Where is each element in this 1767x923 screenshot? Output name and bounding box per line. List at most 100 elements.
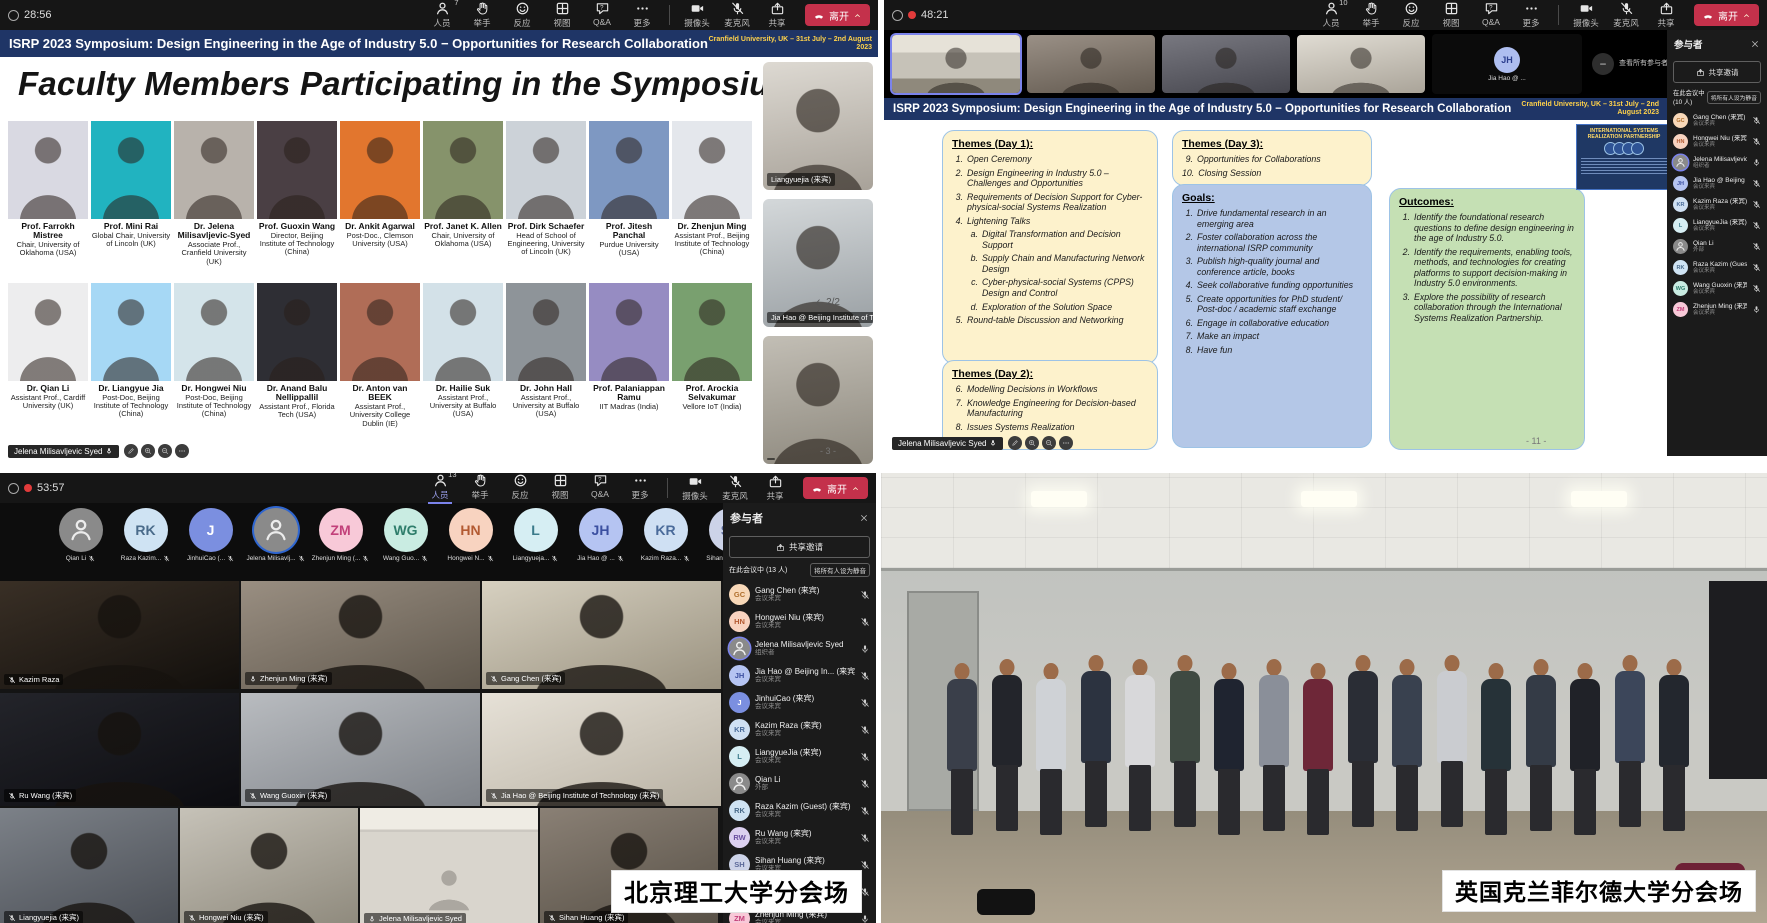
participant-avatar-item[interactable]: JH Jia Hao @ ... bbox=[575, 508, 627, 562]
participant-row[interactable]: J JinhuiCao (来宾) 会议来宾 bbox=[723, 689, 876, 716]
mic-status-icon[interactable] bbox=[1752, 305, 1761, 314]
toolbar-button[interactable]: 视图 bbox=[540, 473, 580, 504]
video-thumbnail[interactable] bbox=[763, 336, 873, 464]
leave-button[interactable]: 离开 bbox=[803, 477, 868, 499]
participant-avatar-item[interactable]: Jelena Milisavlj... bbox=[250, 508, 302, 562]
video-tile[interactable]: Liangyuejia (来宾) bbox=[0, 808, 178, 923]
participant-avatar-item[interactable]: L Liangyueja... bbox=[510, 508, 562, 562]
video-tile[interactable]: Ru Wang (来宾) bbox=[0, 693, 239, 806]
video-tile[interactable]: Gang Chen (来宾) bbox=[482, 576, 721, 689]
toolbar-button[interactable]: 摄像头 bbox=[1566, 1, 1606, 29]
participants-panel[interactable]: 参与者 共享邀请 在此会议中 (10 人) 将所有人设为静音 GC Gang C… bbox=[1667, 30, 1767, 456]
participant-row[interactable]: L LiangyueJia (来宾) 会议来宾 bbox=[1667, 215, 1767, 236]
toolbar-button[interactable]: 举手 bbox=[1351, 1, 1391, 29]
toolbar-button[interactable]: 共享 bbox=[1646, 1, 1686, 29]
participant-row[interactable]: HN Hongwei Niu (来宾) 会议来宾 bbox=[1667, 131, 1767, 152]
toolbar-button[interactable]: 摄像头 bbox=[675, 474, 715, 502]
toolbar-button[interactable]: Q&A bbox=[580, 473, 620, 504]
participant-row[interactable]: Jelena Milisavljevic Syed 组织者 bbox=[1667, 152, 1767, 173]
mic-status-icon[interactable] bbox=[860, 833, 870, 843]
toolbar-button[interactable]: 摄像头 bbox=[677, 1, 717, 29]
toolbar-button[interactable]: 视图 bbox=[542, 1, 582, 29]
pen-tool-button[interactable] bbox=[124, 444, 138, 458]
toolbar-button[interactable]: 更多 bbox=[1511, 1, 1551, 29]
zoom-in-button[interactable] bbox=[141, 444, 155, 458]
mic-status-icon[interactable] bbox=[860, 914, 870, 923]
toolbar-button[interactable]: 视图 bbox=[1431, 1, 1471, 29]
video-tile[interactable]: Zhenjun Ming (来宾) bbox=[241, 576, 480, 689]
toolbar-button[interactable]: 更多 bbox=[620, 473, 660, 504]
participant-row[interactable]: RK Raza Kazim (Guest) (来宾) 会议来宾 bbox=[1667, 257, 1767, 278]
mic-status-icon[interactable] bbox=[860, 779, 870, 789]
participant-avatar-item[interactable]: HN Hongwei N... bbox=[445, 508, 497, 562]
mic-status-icon[interactable] bbox=[860, 671, 870, 681]
video-thumbnail[interactable] bbox=[1162, 35, 1290, 93]
zoom-out-button[interactable] bbox=[1042, 436, 1056, 450]
participant-avatar-item[interactable]: ZM Zhenjun Ming (... bbox=[315, 508, 367, 562]
participant-row[interactable]: Qian Li 外部 bbox=[1667, 236, 1767, 257]
mic-status-icon[interactable] bbox=[1752, 137, 1761, 146]
toolbar-button[interactable]: Q&A bbox=[582, 1, 622, 29]
toolbar-button[interactable]: 麦克风 bbox=[715, 474, 755, 502]
mic-status-icon[interactable] bbox=[860, 887, 870, 897]
participant-row[interactable]: ZM Zhenjun Ming (来宾) 会议来宾 bbox=[1667, 299, 1767, 320]
mic-status-icon[interactable] bbox=[1752, 242, 1761, 251]
participant-row[interactable]: Qian Li 外部 bbox=[723, 770, 876, 797]
toolbar-button[interactable]: 7 人员 bbox=[422, 1, 462, 29]
share-invite-button[interactable]: 共享邀请 bbox=[1673, 61, 1761, 83]
thumbnail-pager[interactable]: 2/2 bbox=[813, 297, 840, 308]
zoom-out-button[interactable] bbox=[158, 444, 172, 458]
video-tile[interactable]: Hongwei Niu (来宾) bbox=[180, 808, 358, 923]
toolbar-button[interactable]: 反应 bbox=[502, 1, 542, 29]
mic-status-icon[interactable] bbox=[860, 806, 870, 816]
close-icon[interactable] bbox=[859, 513, 869, 523]
participant-row[interactable]: WG Wang Guoxin (来宾) 会议来宾 bbox=[1667, 278, 1767, 299]
participant-row[interactable]: KR Kazim Raza (来宾) 会议来宾 bbox=[1667, 194, 1767, 215]
video-thumbnail[interactable] bbox=[1027, 35, 1155, 93]
mic-status-icon[interactable] bbox=[860, 725, 870, 735]
video-thumbnail[interactable] bbox=[892, 35, 1020, 93]
leave-button[interactable]: 离开 bbox=[1694, 4, 1759, 26]
mute-all-button[interactable]: 将所有人设为静音 bbox=[1707, 91, 1761, 104]
participant-row[interactable]: RW Ru Wang (来宾) 会议来宾 bbox=[723, 824, 876, 851]
participant-avatar-item[interactable]: WG Wang Guo... bbox=[380, 508, 432, 562]
participant-row[interactable]: GC Gang Chen (来宾) 会议来宾 bbox=[1667, 110, 1767, 131]
toolbar-button[interactable]: Q&A bbox=[1471, 1, 1511, 29]
video-tile[interactable]: Wang Guoxin (来宾) bbox=[241, 693, 480, 806]
mic-status-icon[interactable] bbox=[1752, 263, 1761, 272]
video-tile[interactable]: Jelena Milisavljevic Syed bbox=[360, 808, 538, 923]
mic-status-icon[interactable] bbox=[1752, 116, 1761, 125]
mic-status-icon[interactable] bbox=[1752, 200, 1761, 209]
participant-row[interactable]: Jelena Milisavljevic Syed 组织者 bbox=[723, 635, 876, 662]
mic-status-icon[interactable] bbox=[860, 644, 870, 654]
share-invite-button[interactable]: 共享邀请 bbox=[729, 536, 870, 558]
pen-tool-button[interactable] bbox=[1008, 436, 1022, 450]
participant-list[interactable]: GC Gang Chen (来宾) 会议来宾 HN Hongwei Niu (来… bbox=[1667, 110, 1767, 320]
mic-status-icon[interactable] bbox=[1752, 221, 1761, 230]
mic-status-icon[interactable] bbox=[860, 698, 870, 708]
participant-row[interactable]: L LiangyueJia (来宾) 会议来宾 bbox=[723, 743, 876, 770]
audio-only-participant-tile[interactable]: JH Jia Hao @ ... bbox=[1432, 34, 1582, 94]
toolbar-button[interactable]: 麦克风 bbox=[717, 1, 757, 29]
mic-status-icon[interactable] bbox=[860, 590, 870, 600]
participant-row[interactable]: JH Jia Hao @ Beijing In... (来宾) 会议来宾 bbox=[1667, 173, 1767, 194]
zoom-in-button[interactable] bbox=[1025, 436, 1039, 450]
video-tile[interactable]: Jia Hao @ Beijing Institute of Technolog… bbox=[482, 693, 721, 806]
toolbar-button[interactable]: 共享 bbox=[755, 474, 795, 502]
toolbar-button[interactable]: 举手 bbox=[460, 473, 500, 504]
mic-status-icon[interactable] bbox=[1752, 158, 1761, 167]
video-thumbnail[interactable]: Liangyuejia (来宾) bbox=[763, 62, 873, 190]
collapse-filmstrip-button[interactable] bbox=[1592, 53, 1614, 75]
toolbar-button[interactable]: 10 人员 bbox=[1311, 1, 1351, 29]
participant-row[interactable]: RK Raza Kazim (Guest) (来宾) 会议来宾 bbox=[723, 797, 876, 824]
toolbar-button[interactable]: 共享 bbox=[757, 1, 797, 29]
toolbar-button[interactable]: 反应 bbox=[1391, 1, 1431, 29]
mute-all-button[interactable]: 将所有人设为静音 bbox=[810, 563, 870, 577]
toolbar-button[interactable]: 反应 bbox=[500, 473, 540, 504]
participant-avatar-item[interactable]: Qian Li bbox=[55, 508, 107, 562]
participant-row[interactable]: HN Hongwei Niu (来宾) 会议来宾 bbox=[723, 608, 876, 635]
participant-avatar-item[interactable]: J JinhuiCao (... bbox=[185, 508, 237, 562]
video-tile[interactable]: Kazim Raza bbox=[0, 576, 239, 689]
toolbar-button[interactable]: 麦克风 bbox=[1606, 1, 1646, 29]
more-tools-button[interactable] bbox=[1059, 436, 1073, 450]
